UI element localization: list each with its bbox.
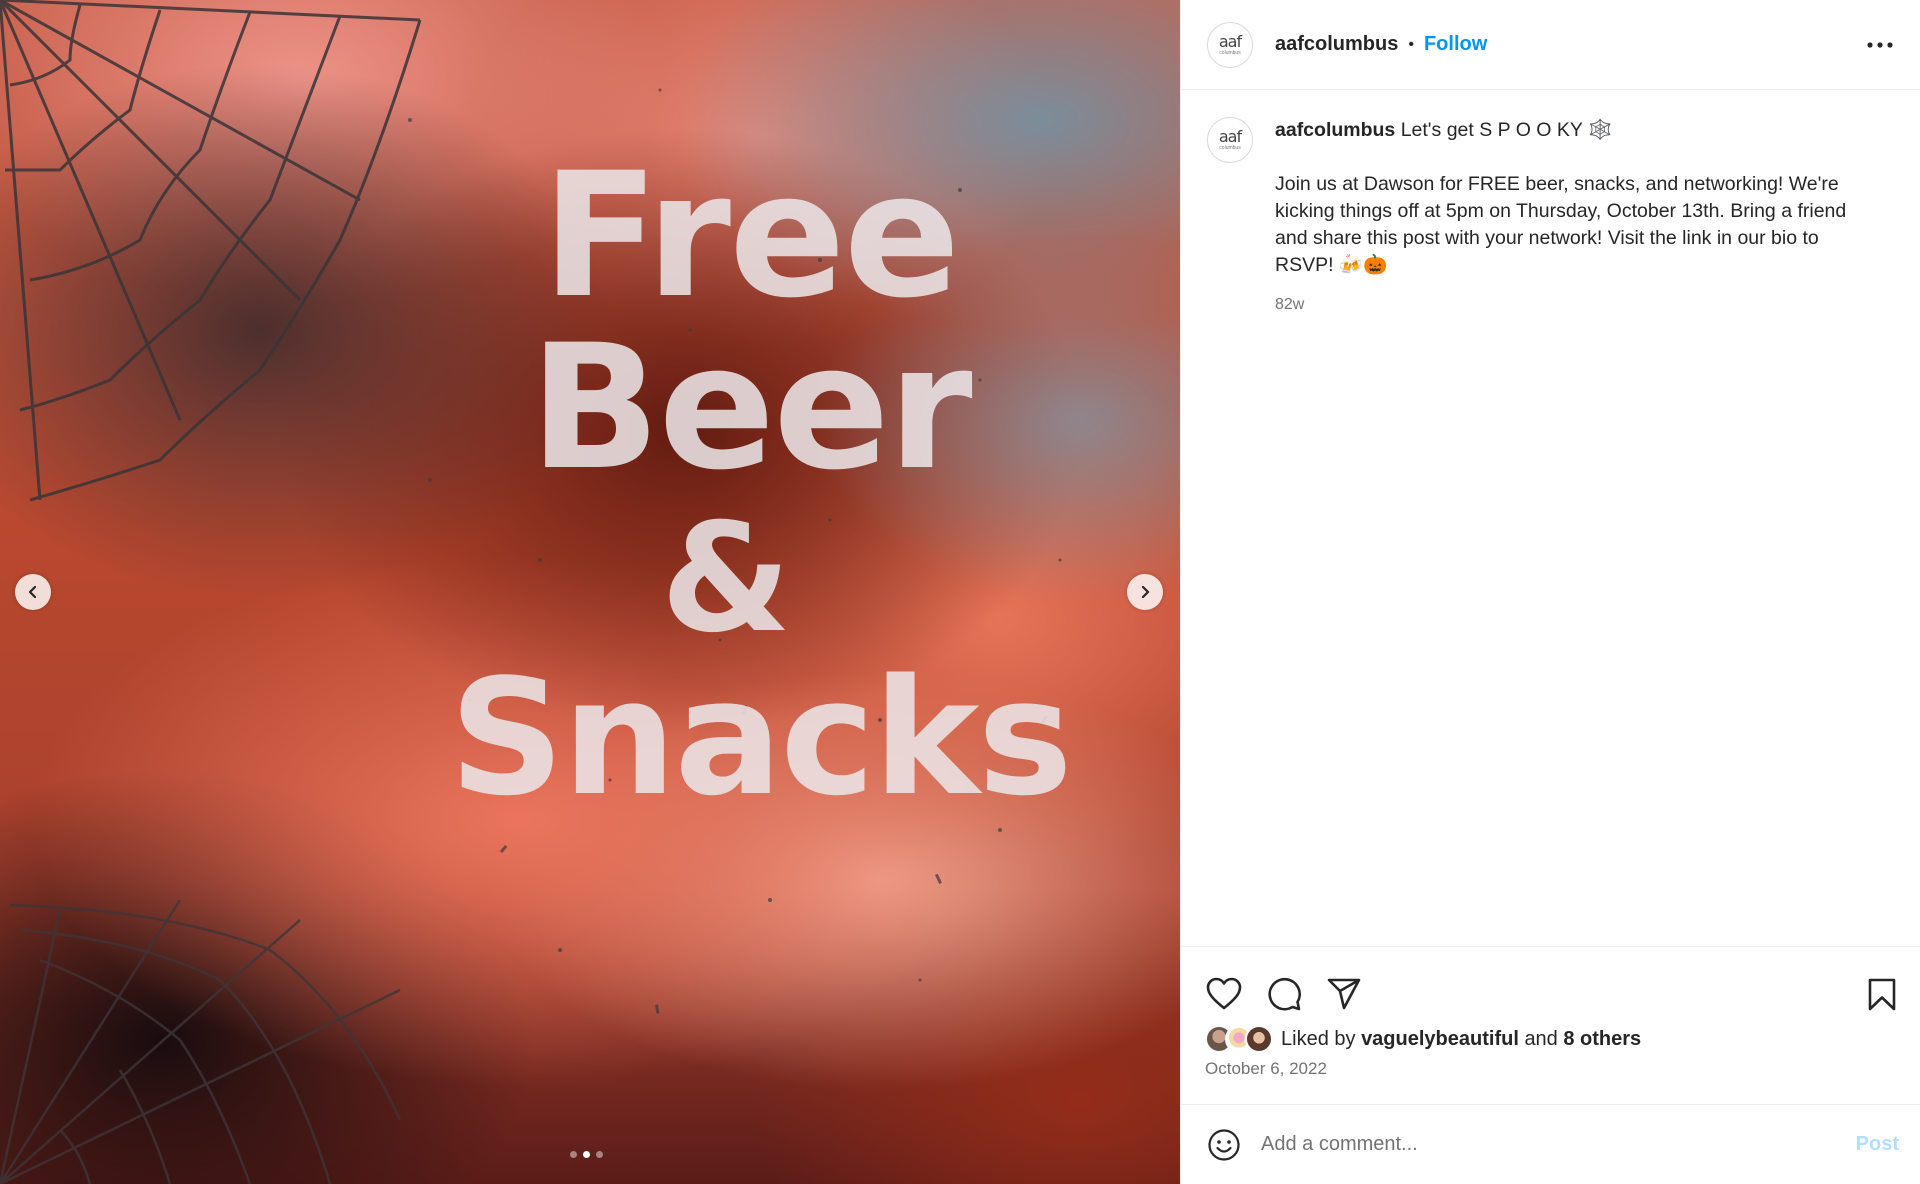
caption-headline: Let's get S P O O KY	[1400, 119, 1583, 141]
caption-first-line: aafcolumbus Let's get S P O O KY 🕸️	[1275, 117, 1875, 144]
comment-box: Post	[1181, 1104, 1920, 1184]
caption-row: aaf columbus aafcolumbus Let's get S P O…	[1181, 91, 1920, 318]
caption-username[interactable]: aafcolumbus	[1275, 119, 1395, 141]
caption-body: aafcolumbus Let's get S P O O KY 🕸️ Join…	[1275, 117, 1875, 318]
carousel-previous-button[interactable]	[15, 574, 51, 610]
avatar	[1245, 1025, 1273, 1053]
post-comment-button[interactable]: Post	[1856, 1133, 1899, 1156]
post-age: 82w	[1275, 296, 1305, 313]
caption-text: Join us at Dawson for FREE beer, snacks,…	[1275, 173, 1847, 276]
image-headline: Free Beer & Snacks	[420, 150, 1140, 818]
likes-user-link[interactable]: vaguelybeautiful	[1361, 1028, 1519, 1051]
more-options-button[interactable]	[1866, 41, 1894, 49]
spider-web-emoji: 🕸️	[1587, 119, 1613, 141]
separator-dot: •	[1408, 35, 1414, 53]
post-header: aaf columbus aafcolumbus • Follow	[1181, 0, 1920, 90]
avatar[interactable]: aaf columbus	[1207, 21, 1253, 68]
actions-area: Liked by vaguelybeautiful and 8 others O…	[1181, 946, 1920, 1104]
avatar-logo: aaf	[1218, 31, 1242, 51]
comment-input[interactable]	[1261, 1133, 1856, 1156]
action-bar	[1181, 947, 1920, 1019]
heart-icon	[1206, 977, 1242, 1010]
follow-button[interactable]: Follow	[1424, 33, 1487, 56]
comment-button[interactable]	[1265, 975, 1303, 1013]
headline-line-1: Free Beer	[529, 135, 972, 508]
carousel-dot-active	[583, 1151, 590, 1158]
bookmark-icon	[1868, 978, 1896, 1011]
caption-avatar[interactable]: aaf columbus	[1207, 117, 1253, 163]
avatar-logo-sub: columbus	[1219, 49, 1241, 56]
avatar-logo: aaf	[1218, 127, 1242, 146]
chevron-right-icon	[1141, 585, 1150, 599]
chevron-left-icon	[28, 585, 37, 599]
emoji-button[interactable]	[1207, 1128, 1241, 1162]
headline-line-3: Snacks	[449, 644, 1073, 831]
post-details-panel: aaf columbus aafcolumbus • Follow aaf co…	[1180, 0, 1920, 1184]
share-button[interactable]	[1325, 975, 1363, 1013]
carousel-indicator	[570, 1151, 603, 1158]
avatar-logo-sub: columbus	[1219, 145, 1241, 151]
emoji-icon	[1208, 1128, 1240, 1161]
header-username[interactable]: aafcolumbus	[1275, 33, 1398, 56]
more-horizontal-icon	[1867, 41, 1893, 48]
liker-avatars[interactable]	[1205, 1025, 1273, 1053]
like-button[interactable]	[1205, 975, 1243, 1013]
carousel-dot	[570, 1151, 577, 1158]
headline-line-2: &	[660, 492, 792, 666]
post-media[interactable]: Free Beer & Snacks	[0, 0, 1180, 1184]
spider-web-bottom-left	[0, 900, 402, 1184]
comment-icon	[1268, 977, 1301, 1011]
share-icon	[1327, 978, 1361, 1010]
likes-conjunction: and	[1524, 1027, 1558, 1050]
caption-area: aaf columbus aafcolumbus Let's get S P O…	[1181, 91, 1920, 946]
post-date[interactable]: October 6, 2022	[1181, 1059, 1920, 1079]
carousel-next-button[interactable]	[1127, 574, 1163, 610]
save-button[interactable]	[1863, 975, 1901, 1013]
likes-prefix: Liked by	[1281, 1027, 1356, 1050]
likes-summary: Liked by vaguelybeautiful and 8 others	[1181, 1019, 1920, 1059]
carousel-dot	[596, 1151, 603, 1158]
likes-others-link[interactable]: 8 others	[1563, 1028, 1641, 1051]
